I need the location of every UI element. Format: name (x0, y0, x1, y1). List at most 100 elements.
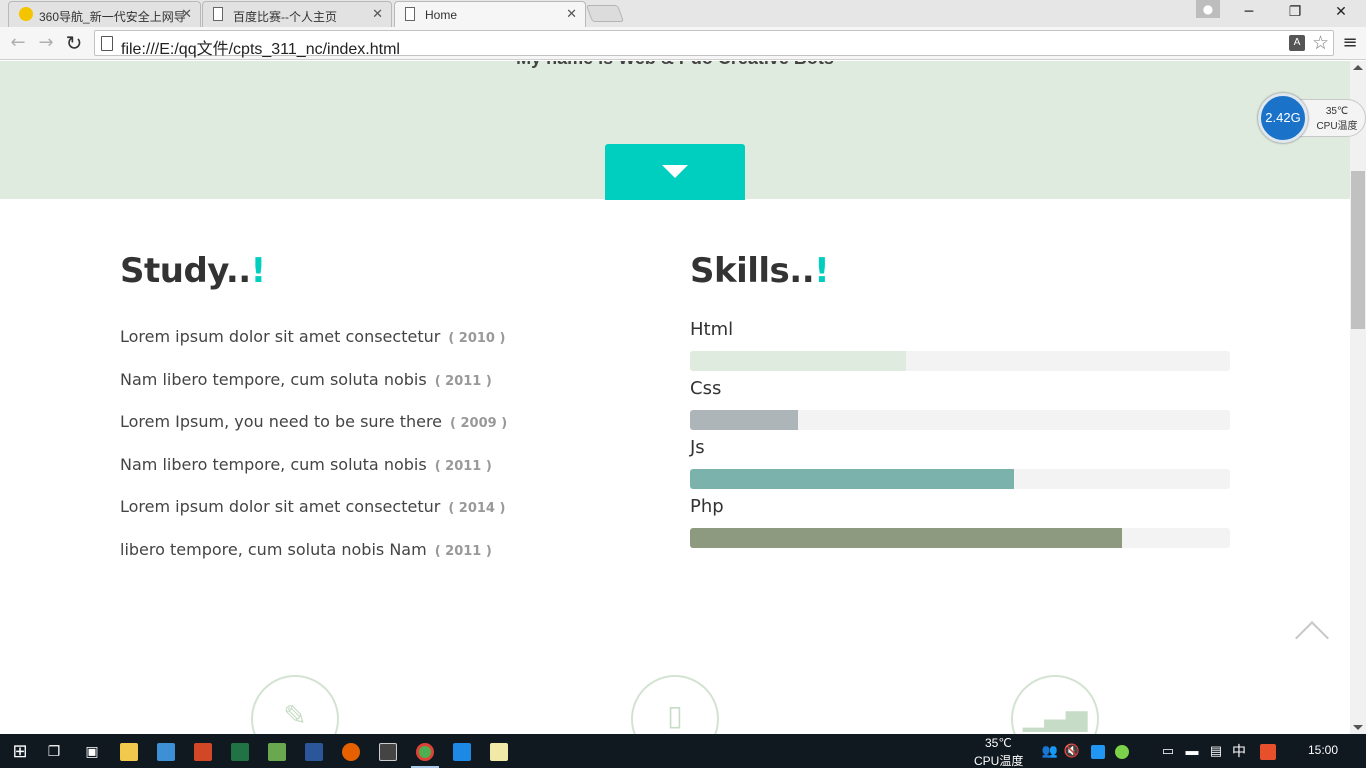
cpu-widget[interactable]: 35℃ CPU温度 2.42G (1258, 93, 1366, 143)
study-item: libero tempore, cum soluta nobis Nam( 20… (120, 539, 492, 559)
study-item: Nam libero tempore, cum soluta nobis( 20… (120, 369, 492, 389)
skill-fill (690, 410, 798, 430)
feature-signal: ▁▃▅ (1011, 675, 1099, 734)
pencil-icon: ✎ (283, 699, 307, 732)
reload-button[interactable]: ↻ (62, 31, 86, 55)
title-accent: ! (250, 251, 267, 291)
title-accent: ! (814, 251, 830, 291)
app-icon[interactable] (450, 739, 474, 763)
skill-html: Html (690, 319, 1230, 378)
tab-360[interactable]: 360导航_新一代安全上网导 ✕ (8, 1, 201, 27)
app-icon[interactable] (154, 739, 178, 763)
skill-label: Js (690, 437, 705, 458)
skills-title: Skills..! (690, 251, 830, 291)
back-button[interactable]: ← (6, 31, 30, 55)
app-icon[interactable] (376, 739, 400, 763)
study-year: ( 2011 ) (434, 543, 492, 559)
study-year: ( 2014 ) (448, 501, 506, 516)
scroll-down-button[interactable] (605, 144, 745, 200)
skill-label: Css (690, 378, 722, 399)
restore-button[interactable]: ❐ (1272, 0, 1318, 24)
study-year: ( 2011 ) (434, 458, 492, 474)
tray-temp: 35℃ (985, 736, 1012, 750)
menu-icon[interactable]: ≡ (1340, 31, 1360, 55)
page-icon (405, 7, 415, 21)
people-icon[interactable]: 👥 (1038, 739, 1062, 763)
close-window-button[interactable]: ✕ (1318, 0, 1364, 24)
powerpoint-icon[interactable] (191, 739, 215, 763)
sogou-icon[interactable] (1256, 739, 1280, 763)
skill-track (690, 351, 1230, 371)
clock[interactable]: 15:00 (1308, 743, 1338, 757)
file-explorer-icon[interactable] (117, 739, 141, 763)
scroll-down-arrow[interactable] (1353, 725, 1363, 730)
minimize-button[interactable]: ─ (1226, 0, 1272, 24)
bookmark-star-icon[interactable]: ☆ (1312, 32, 1329, 54)
store-icon[interactable]: ▣ (80, 739, 104, 763)
translate-icon[interactable]: A (1289, 35, 1305, 51)
page-icon (213, 7, 223, 21)
hero-section: My name is Web & Pdo Creative Bots (0, 61, 1350, 200)
study-year: ( 2010 ) (448, 331, 506, 346)
study-year: ( 2011 ) (434, 373, 492, 389)
user-icon[interactable]: ● (1196, 0, 1220, 18)
task-view-icon[interactable]: ❐ (42, 739, 66, 763)
mobile-icon: ▯ (667, 699, 683, 732)
start-windows-icon[interactable]: ⊞ (8, 739, 32, 763)
cpu-freq-ball: 2.42G (1258, 93, 1308, 143)
signal-icon: ▁▃▅ (1022, 699, 1088, 732)
taskbar: ⊞ ❐ ▣ 35℃ CPU温度 👥 🔇 ▭ ▬ ▤ 中 15:00 (0, 734, 1366, 768)
study-item: Lorem Ipsum, you need to be sure there( … (120, 412, 508, 431)
network-icon[interactable]: ▭ (1156, 739, 1180, 763)
excel-icon[interactable] (228, 739, 252, 763)
skill-css: Css (690, 378, 1230, 437)
close-icon[interactable]: ✕ (566, 6, 577, 22)
study-item: Lorem ipsum dolor sit amet consectetur( … (120, 327, 506, 346)
notification-icon[interactable]: ▤ (1204, 739, 1228, 763)
back-to-top-button[interactable] (1296, 618, 1326, 648)
tab-baidu[interactable]: 百度比赛--个人主页 ✕ (202, 1, 392, 27)
feature-mobile: ▯ (631, 675, 719, 734)
close-icon[interactable]: ✕ (372, 6, 383, 22)
tray-temp-label: CPU温度 (974, 754, 1024, 768)
notes-icon[interactable] (487, 739, 511, 763)
scrollbar-thumb[interactable] (1351, 171, 1365, 329)
caret-down-icon (662, 165, 688, 178)
skill-fill (690, 528, 1122, 548)
tab-home[interactable]: Home ✕ (394, 1, 586, 28)
page-icon (101, 36, 113, 51)
360-icon (19, 7, 33, 21)
page-scrollbar[interactable] (1350, 61, 1366, 734)
close-icon[interactable]: ✕ (181, 6, 192, 22)
skill-track (690, 469, 1230, 489)
firefox-icon[interactable] (339, 739, 363, 763)
wechat-icon[interactable] (1110, 739, 1134, 763)
skill-php: Php (690, 496, 1230, 555)
forward-button[interactable]: → (34, 31, 58, 55)
skills-list: Html Css Js Php (690, 319, 1230, 555)
ime-indicator[interactable]: 中 (1227, 739, 1251, 763)
app-icon[interactable] (265, 739, 289, 763)
tab-title: 360导航_新一代安全上网导 (39, 10, 186, 24)
tab-strip: 360导航_新一代安全上网导 ✕ 百度比赛--个人主页 ✕ Home ✕ ● ─… (0, 0, 1366, 28)
skill-fill (690, 469, 1014, 489)
study-year: ( 2009 ) (450, 416, 508, 431)
word-icon[interactable] (302, 739, 326, 763)
battery-icon[interactable]: ▬ (1180, 739, 1204, 763)
app-tray-icon[interactable] (1086, 739, 1110, 763)
page-viewport: My name is Web & Pdo Creative Bots Study… (0, 61, 1350, 734)
browser-toolbar: ← → ↻ file:///E:/qq文件/cpts_311_nc/index.… (0, 27, 1366, 60)
study-item: Lorem ipsum dolor sit amet consectetur( … (120, 497, 506, 516)
skill-js: Js (690, 437, 1230, 496)
tab-title: 百度比赛--个人主页 (233, 10, 337, 24)
feature-pencil: ✎ (251, 675, 339, 734)
study-item: Nam libero tempore, cum soluta nobis( 20… (120, 454, 492, 474)
scroll-up-arrow[interactable] (1353, 65, 1363, 70)
chrome-icon[interactable] (413, 739, 437, 763)
url-text[interactable]: file:///E:/qq文件/cpts_311_nc/index.html (121, 35, 400, 59)
study-title: Study..! (120, 251, 266, 291)
new-tab-button[interactable] (585, 5, 625, 22)
volume-muted-icon[interactable]: 🔇 (1060, 739, 1084, 763)
address-bar[interactable]: file:///E:/qq文件/cpts_311_nc/index.html A… (94, 30, 1334, 59)
skill-label: Html (690, 319, 734, 340)
